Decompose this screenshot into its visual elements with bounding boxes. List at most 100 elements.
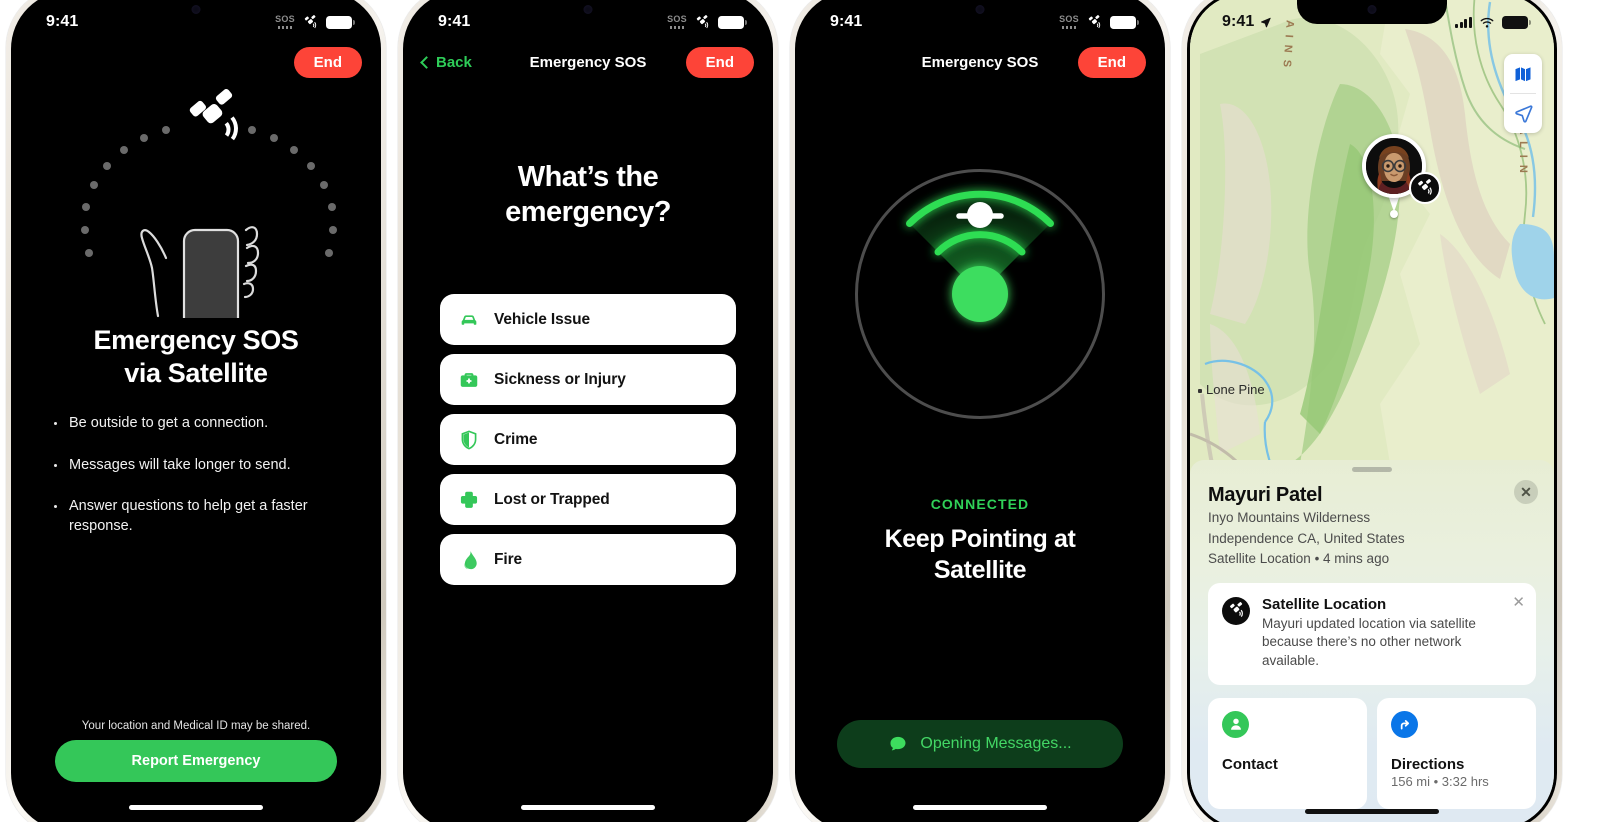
emergency-options-list: Vehicle Issue Sickness or Injury Crime L…: [440, 294, 736, 585]
message-bubble-icon: [890, 736, 906, 751]
contact-action-button[interactable]: Contact: [1208, 697, 1367, 809]
notch: [513, 0, 663, 24]
satellite-badge-icon: [1409, 172, 1441, 204]
shield-icon: [458, 429, 480, 451]
bullet-dot-icon: [54, 463, 57, 467]
option-label: Vehicle Issue: [494, 310, 591, 328]
location-detail-sheet: ✕ Mayuri Patel Inyo Mountains Wilderness…: [1190, 460, 1554, 822]
end-button[interactable]: End: [685, 46, 754, 78]
satellite-target-dot: [967, 202, 993, 228]
front-camera-icon: [975, 5, 985, 14]
person-name: Mayuri Patel: [1208, 484, 1323, 506]
card-body: Mayuri updated location via satellite be…: [1262, 615, 1476, 668]
card-text-block: Satellite Location Mayuri updated locati…: [1262, 596, 1522, 671]
phone-4-find-my-map: A I N S B A L I N Lone Pine 9:41 ✕ Mayur…: [1176, 0, 1568, 822]
option-fire[interactable]: Fire: [440, 534, 736, 585]
location-meta: Satellite Location • 4 mins ago: [1208, 551, 1390, 567]
map-mode-button[interactable]: [1504, 54, 1542, 93]
title-line-1: Emergency SOS: [93, 325, 299, 355]
sos-indicator-icon: SOS: [1059, 15, 1079, 29]
status-icons: [1455, 15, 1531, 29]
nav-bar: End: [14, 40, 378, 84]
front-camera-icon: [583, 5, 593, 14]
action-label: Contact: [1222, 755, 1278, 773]
option-crime[interactable]: Crime: [440, 414, 736, 465]
question-heading: What’s the emergency?: [436, 160, 740, 230]
chevron-left-icon: [420, 55, 433, 69]
battery-icon: [326, 15, 355, 29]
home-indicator[interactable]: [1305, 809, 1439, 814]
home-indicator[interactable]: [129, 805, 263, 810]
opening-messages-button[interactable]: Opening Messages...: [837, 720, 1123, 768]
close-sheet-button[interactable]: ✕: [1514, 480, 1538, 504]
home-indicator[interactable]: [913, 805, 1047, 810]
question-line-2: emergency?: [505, 195, 671, 228]
battery-icon: [718, 15, 747, 29]
navigation-arrow-icon: [1514, 105, 1533, 123]
status-icons: SOS: [667, 14, 747, 30]
sos-indicator-icon: SOS: [667, 15, 687, 29]
end-button[interactable]: End: [293, 46, 362, 78]
wifi-icon: [1480, 17, 1494, 28]
action-buttons-row: Contact Directions 156 mi • 3:32 hrs: [1208, 697, 1536, 809]
option-vehicle-issue[interactable]: Vehicle Issue: [440, 294, 736, 345]
sos-indicator-icon: SOS: [275, 15, 295, 29]
person-icon: [1222, 710, 1249, 738]
notch: [1297, 0, 1447, 24]
status-time: 9:41: [438, 13, 471, 30]
cellular-bars-icon: [1455, 16, 1472, 28]
back-button[interactable]: Back: [420, 53, 472, 71]
title-line-2: via Satellite: [124, 358, 268, 389]
status-time: 9:41: [46, 13, 79, 30]
satellite-location-card: Satellite Location Mayuri updated locati…: [1208, 582, 1536, 685]
option-label: Lost or Trapped: [494, 490, 610, 508]
map-controls: [1504, 54, 1542, 133]
action-label: Directions: [1391, 755, 1465, 773]
status-time: 9:41: [1222, 13, 1255, 30]
bullet-dot-icon: [54, 422, 57, 425]
list-item: Be outside to get a connection.: [54, 414, 348, 434]
satellite-icon: [696, 14, 709, 28]
notch: [121, 0, 271, 24]
report-emergency-button[interactable]: Report Emergency: [55, 740, 337, 782]
option-lost-or-trapped[interactable]: Lost or Trapped: [440, 474, 736, 525]
device-position-dot: [952, 266, 1008, 322]
cross-icon: [458, 489, 480, 511]
phone-screen: 9:41 SOS End Emergency SOS via Satellite…: [14, 0, 378, 822]
satellite-illustration: [14, 78, 378, 340]
bullet-text: Answer questions to help get a faster re…: [69, 498, 308, 534]
option-sickness-or-injury[interactable]: Sickness or Injury: [440, 354, 736, 405]
end-button[interactable]: End: [1077, 46, 1146, 78]
page-title: Emergency SOS via Satellite: [14, 324, 378, 391]
location-line-2: Independence CA, United States: [1208, 530, 1405, 546]
dismiss-card-button[interactable]: ✕: [1512, 593, 1525, 611]
phone-3-pointing: 9:41 SOS Emergency SOS End CONNECTED Kee…: [784, 0, 1176, 822]
list-item: Messages will take longer to send.: [54, 456, 348, 476]
heading-line-1: Keep Pointing at: [884, 525, 1076, 553]
locate-me-button[interactable]: [1504, 94, 1542, 133]
bullet-text: Messages will take longer to send.: [69, 456, 291, 473]
battery-icon: [1110, 15, 1139, 29]
action-subtitle: 156 mi • 3:32 hrs: [1391, 773, 1489, 789]
phone-gallery: 9:41 SOS End Emergency SOS via Satellite…: [0, 0, 1600, 822]
back-label: Back: [436, 53, 472, 71]
person-map-pin[interactable]: [1362, 134, 1441, 218]
sheet-grabber[interactable]: [1352, 467, 1392, 472]
satellite-radar-indicator: [855, 169, 1105, 419]
bullet-dot-icon: [54, 505, 57, 509]
location-arrow-icon: [1261, 17, 1272, 27]
status-badge: CONNECTED: [930, 496, 1030, 512]
bullet-text: Be outside to get a connection.: [69, 415, 269, 431]
status-icons: SOS: [1059, 14, 1139, 30]
location-line-1: Inyo Mountains Wilderness: [1208, 510, 1371, 525]
status-icons: SOS: [275, 14, 355, 30]
map-icon: [1515, 66, 1531, 81]
satellite-icon: [1088, 14, 1101, 28]
home-indicator[interactable]: [521, 805, 655, 810]
directions-arrow-icon: [1391, 710, 1418, 738]
privacy-footnote: Your location and Medical ID may be shar…: [81, 720, 311, 732]
option-label: Crime: [494, 430, 538, 448]
directions-action-button[interactable]: Directions 156 mi • 3:32 hrs: [1377, 697, 1536, 809]
front-camera-icon: [1367, 5, 1377, 14]
option-label: Sickness or Injury: [494, 370, 626, 388]
